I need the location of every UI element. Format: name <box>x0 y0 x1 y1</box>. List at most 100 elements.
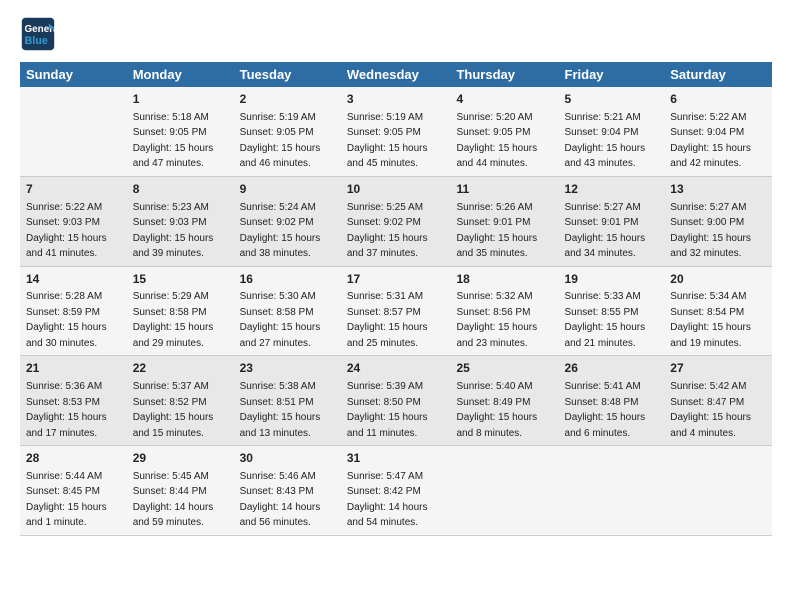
calendar-cell: 3 Sunrise: 5:19 AM Sunset: 9:05 PM Daylig… <box>341 87 451 176</box>
day-number: 28 <box>26 450 121 467</box>
calendar-cell: 20 Sunrise: 5:34 AM Sunset: 8:54 PM Dayli… <box>664 266 772 356</box>
calendar-cell: 14 Sunrise: 5:28 AM Sunset: 8:59 PM Dayli… <box>20 266 127 356</box>
cell-content: Sunrise: 5:46 AM Sunset: 8:43 PM Dayligh… <box>240 471 321 529</box>
day-number: 4 <box>456 91 552 108</box>
cell-content: Sunrise: 5:44 AM Sunset: 8:45 PM Dayligh… <box>26 471 107 529</box>
cell-content: Sunrise: 5:26 AM Sunset: 9:01 PM Dayligh… <box>456 202 537 260</box>
cell-content: Sunrise: 5:47 AM Sunset: 8:42 PM Dayligh… <box>347 471 428 529</box>
cell-content: Sunrise: 5:22 AM Sunset: 9:03 PM Dayligh… <box>26 202 107 260</box>
day-number: 11 <box>456 181 552 198</box>
cell-content: Sunrise: 5:24 AM Sunset: 9:02 PM Dayligh… <box>240 202 321 260</box>
calendar-cell: 11 Sunrise: 5:26 AM Sunset: 9:01 PM Dayli… <box>450 176 558 266</box>
calendar-cell: 22Sunrise: 5:37 AM Sunset: 8:52 PM Dayli… <box>127 356 234 446</box>
calendar-cell: 8 Sunrise: 5:23 AM Sunset: 9:03 PM Daylig… <box>127 176 234 266</box>
day-number: 3 <box>347 91 445 108</box>
header-row: SundayMondayTuesdayWednesdayThursdayFrid… <box>20 62 772 87</box>
calendar-cell: 25Sunrise: 5:40 AM Sunset: 8:49 PM Dayli… <box>450 356 558 446</box>
calendar-cell: 27 Sunrise: 5:42 AM Sunset: 8:47 PM Dayli… <box>664 356 772 446</box>
cell-content: Sunrise: 5:39 AM Sunset: 8:50 PM Dayligh… <box>347 381 428 439</box>
day-number: 5 <box>565 91 659 108</box>
header-day: Sunday <box>20 62 127 87</box>
cell-content: Sunrise: 5:18 AM Sunset: 9:05 PM Dayligh… <box>133 112 214 170</box>
day-number: 23 <box>240 360 335 377</box>
day-number: 9 <box>240 181 335 198</box>
calendar-cell: 18Sunrise: 5:32 AM Sunset: 8:56 PM Dayli… <box>450 266 558 356</box>
day-number: 16 <box>240 271 335 288</box>
day-number: 2 <box>240 91 335 108</box>
cell-content: Sunrise: 5:40 AM Sunset: 8:49 PM Dayligh… <box>456 381 537 439</box>
day-number: 14 <box>26 271 121 288</box>
day-number: 6 <box>670 91 766 108</box>
cell-content: Sunrise: 5:23 AM Sunset: 9:03 PM Dayligh… <box>133 202 214 260</box>
header-day: Tuesday <box>234 62 341 87</box>
calendar-cell: 1 Sunrise: 5:18 AM Sunset: 9:05 PM Daylig… <box>127 87 234 176</box>
day-number: 29 <box>133 450 228 467</box>
day-number: 8 <box>133 181 228 198</box>
day-number: 24 <box>347 360 445 377</box>
day-number: 19 <box>565 271 659 288</box>
cell-content: Sunrise: 5:27 AM Sunset: 9:01 PM Dayligh… <box>565 202 646 260</box>
header: General Blue <box>20 16 772 52</box>
calendar-cell <box>20 87 127 176</box>
day-number: 1 <box>133 91 228 108</box>
calendar-cell: 10 Sunrise: 5:25 AM Sunset: 9:02 PM Dayli… <box>341 176 451 266</box>
header-day: Monday <box>127 62 234 87</box>
calendar-cell <box>664 446 772 536</box>
calendar-cell: 23Sunrise: 5:38 AM Sunset: 8:51 PM Dayli… <box>234 356 341 446</box>
cell-content: Sunrise: 5:30 AM Sunset: 8:58 PM Dayligh… <box>240 291 321 349</box>
cell-content: Sunrise: 5:20 AM Sunset: 9:05 PM Dayligh… <box>456 112 537 170</box>
cell-content: Sunrise: 5:41 AM Sunset: 8:48 PM Dayligh… <box>565 381 646 439</box>
calendar-cell: 26Sunrise: 5:41 AM Sunset: 8:48 PM Dayli… <box>559 356 665 446</box>
cell-content: Sunrise: 5:42 AM Sunset: 8:47 PM Dayligh… <box>670 381 751 439</box>
calendar-cell <box>559 446 665 536</box>
calendar-cell: 30 Sunrise: 5:46 AM Sunset: 8:43 PM Dayli… <box>234 446 341 536</box>
header-day: Saturday <box>664 62 772 87</box>
cell-content: Sunrise: 5:45 AM Sunset: 8:44 PM Dayligh… <box>133 471 214 529</box>
svg-text:Blue: Blue <box>25 35 48 47</box>
calendar-row: 7 Sunrise: 5:22 AM Sunset: 9:03 PM Daylig… <box>20 176 772 266</box>
calendar-cell: 2Sunrise: 5:19 AM Sunset: 9:05 PM Daylig… <box>234 87 341 176</box>
calendar-cell: 29 Sunrise: 5:45 AM Sunset: 8:44 PM Dayli… <box>127 446 234 536</box>
header-day: Friday <box>559 62 665 87</box>
day-number: 31 <box>347 450 445 467</box>
calendar-cell: 31 Sunrise: 5:47 AM Sunset: 8:42 PM Dayli… <box>341 446 451 536</box>
cell-content: Sunrise: 5:28 AM Sunset: 8:59 PM Dayligh… <box>26 291 107 349</box>
cell-content: Sunrise: 5:34 AM Sunset: 8:54 PM Dayligh… <box>670 291 751 349</box>
calendar-cell: 7 Sunrise: 5:22 AM Sunset: 9:03 PM Daylig… <box>20 176 127 266</box>
calendar-cell <box>450 446 558 536</box>
calendar-row: 14 Sunrise: 5:28 AM Sunset: 8:59 PM Dayli… <box>20 266 772 356</box>
cell-content: Sunrise: 5:27 AM Sunset: 9:00 PM Dayligh… <box>670 202 751 260</box>
day-number: 21 <box>26 360 121 377</box>
calendar-cell: 13 Sunrise: 5:27 AM Sunset: 9:00 PM Dayli… <box>664 176 772 266</box>
calendar-cell: 24 Sunrise: 5:39 AM Sunset: 8:50 PM Dayli… <box>341 356 451 446</box>
calendar-cell: 6 Sunrise: 5:22 AM Sunset: 9:04 PM Daylig… <box>664 87 772 176</box>
cell-content: Sunrise: 5:36 AM Sunset: 8:53 PM Dayligh… <box>26 381 107 439</box>
day-number: 27 <box>670 360 766 377</box>
cell-content: Sunrise: 5:22 AM Sunset: 9:04 PM Dayligh… <box>670 112 751 170</box>
day-number: 30 <box>240 450 335 467</box>
calendar-cell: 28 Sunrise: 5:44 AM Sunset: 8:45 PM Dayli… <box>20 446 127 536</box>
cell-content: Sunrise: 5:19 AM Sunset: 9:05 PM Dayligh… <box>347 112 428 170</box>
day-number: 10 <box>347 181 445 198</box>
calendar-cell: 5 Sunrise: 5:21 AM Sunset: 9:04 PM Daylig… <box>559 87 665 176</box>
day-number: 13 <box>670 181 766 198</box>
calendar-cell: 21 Sunrise: 5:36 AM Sunset: 8:53 PM Dayli… <box>20 356 127 446</box>
calendar-cell: 15Sunrise: 5:29 AM Sunset: 8:58 PM Dayli… <box>127 266 234 356</box>
header-day: Thursday <box>450 62 558 87</box>
calendar-cell: 4 Sunrise: 5:20 AM Sunset: 9:05 PM Daylig… <box>450 87 558 176</box>
cell-content: Sunrise: 5:33 AM Sunset: 8:55 PM Dayligh… <box>565 291 646 349</box>
calendar-cell: 16 Sunrise: 5:30 AM Sunset: 8:58 PM Dayli… <box>234 266 341 356</box>
calendar-cell: 17Sunrise: 5:31 AM Sunset: 8:57 PM Dayli… <box>341 266 451 356</box>
cell-content: Sunrise: 5:37 AM Sunset: 8:52 PM Dayligh… <box>133 381 214 439</box>
day-number: 7 <box>26 181 121 198</box>
calendar-row: 21 Sunrise: 5:36 AM Sunset: 8:53 PM Dayli… <box>20 356 772 446</box>
logo-icon: General Blue <box>20 16 56 52</box>
cell-content: Sunrise: 5:21 AM Sunset: 9:04 PM Dayligh… <box>565 112 646 170</box>
day-number: 15 <box>133 271 228 288</box>
header-day: Wednesday <box>341 62 451 87</box>
calendar-row: 28 Sunrise: 5:44 AM Sunset: 8:45 PM Dayli… <box>20 446 772 536</box>
cell-content: Sunrise: 5:25 AM Sunset: 9:02 PM Dayligh… <box>347 202 428 260</box>
day-number: 17 <box>347 271 445 288</box>
logo: General Blue <box>20 16 62 52</box>
day-number: 20 <box>670 271 766 288</box>
